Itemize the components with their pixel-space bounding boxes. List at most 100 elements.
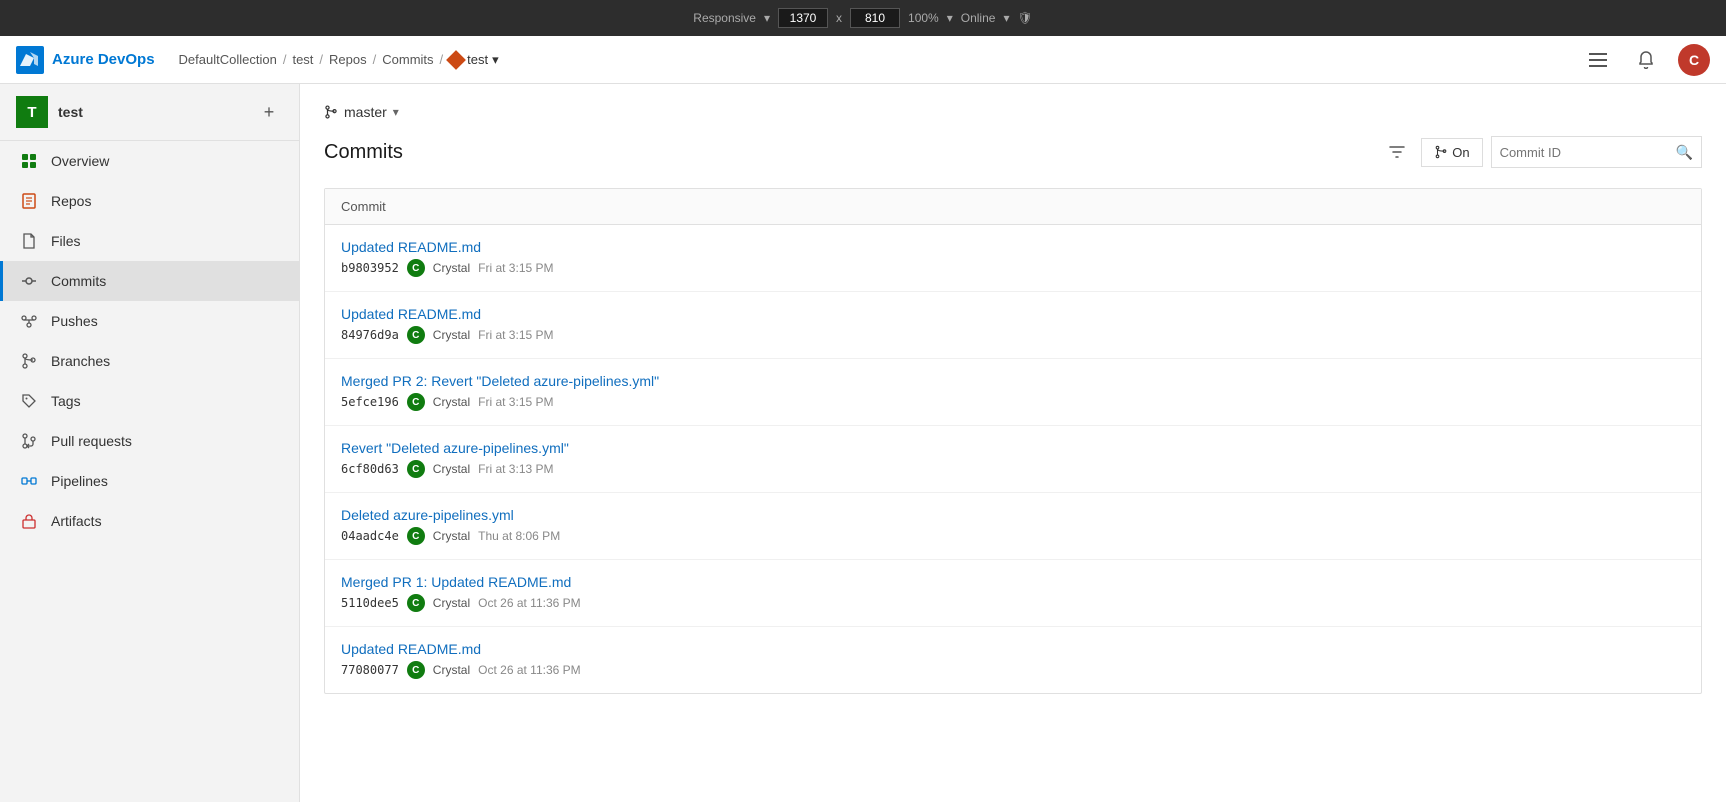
project-name: test <box>58 104 83 120</box>
commit-meta: 84976d9a C Crystal Fri at 3:15 PM <box>341 326 1685 344</box>
repo-diamond-icon <box>446 50 466 70</box>
commit-message: Revert "Deleted azure-pipelines.yml" <box>341 440 1685 456</box>
filter-icon <box>1389 144 1405 160</box>
graph-button[interactable]: On <box>1421 138 1482 167</box>
sidebar-item-pull-requests[interactable]: Pull requests <box>0 421 299 461</box>
sidebar-item-label-repos: Repos <box>51 193 91 209</box>
commit-message: Deleted azure-pipelines.yml <box>341 507 1685 523</box>
sep-3: / <box>373 52 377 67</box>
breadcrumb-commits[interactable]: Commits <box>382 52 433 67</box>
sidebar-item-artifacts[interactable]: Artifacts <box>0 501 299 541</box>
page-title: Commits <box>324 141 403 164</box>
commit-id-search[interactable]: 🔍 <box>1491 136 1702 168</box>
commit-author: Crystal <box>433 462 470 476</box>
sep-1: / <box>283 52 287 67</box>
author-avatar: C <box>407 460 425 478</box>
branch-chevron-icon: ▾ <box>393 105 399 119</box>
author-avatar: C <box>407 259 425 277</box>
sidebar-item-label-pull-requests: Pull requests <box>51 433 132 449</box>
commit-author: Crystal <box>433 663 470 677</box>
commit-message: Merged PR 2: Revert "Deleted azure-pipel… <box>341 373 1685 389</box>
sidebar-item-branches[interactable]: Branches <box>0 341 299 381</box>
breadcrumb-repos[interactable]: Repos <box>329 52 367 67</box>
bell-icon-btn[interactable] <box>1630 44 1662 76</box>
breadcrumb: DefaultCollection / test / Repos / Commi… <box>179 52 1582 68</box>
table-row[interactable]: Updated README.md 84976d9a C Crystal Fri… <box>325 292 1701 359</box>
responsive-label: Responsive <box>693 11 756 25</box>
commit-hash: 5110dee5 <box>341 596 399 610</box>
graph-icon <box>1434 145 1448 159</box>
search-icon: 🔍 <box>1676 144 1693 161</box>
project-header: T test + <box>0 84 299 141</box>
commit-meta: 77080077 C Crystal Oct 26 at 11:36 PM <box>341 661 1685 679</box>
table-row[interactable]: Merged PR 1: Updated README.md 5110dee5 … <box>325 560 1701 627</box>
top-nav: Azure DevOps DefaultCollection / test / … <box>0 36 1726 84</box>
commits-table-header: Commit <box>325 189 1701 225</box>
sidebar-item-pipelines[interactable]: Pipelines <box>0 461 299 501</box>
table-row[interactable]: Merged PR 2: Revert "Deleted azure-pipel… <box>325 359 1701 426</box>
commit-meta: 5efce196 C Crystal Fri at 3:15 PM <box>341 393 1685 411</box>
main-area: T test + Overview <box>0 84 1726 802</box>
commit-author: Crystal <box>433 261 470 275</box>
table-row[interactable]: Deleted azure-pipelines.yml 04aadc4e C C… <box>325 493 1701 560</box>
commit-author: Crystal <box>433 596 470 610</box>
table-row[interactable]: Updated README.md b9803952 C Crystal Fri… <box>325 225 1701 292</box>
commit-time: Fri at 3:15 PM <box>478 328 553 342</box>
table-row[interactable]: Updated README.md 77080077 C Crystal Oct… <box>325 627 1701 693</box>
project-name-area: T test <box>16 96 83 128</box>
sidebar-item-overview[interactable]: Overview <box>0 141 299 181</box>
azure-devops-logo-icon <box>16 46 44 74</box>
commit-id-input[interactable] <box>1500 145 1676 160</box>
width-input[interactable] <box>778 8 828 28</box>
pushes-icon <box>19 311 39 331</box>
author-avatar: C <box>407 326 425 344</box>
sidebar-nav: Overview Repos <box>0 141 299 541</box>
list-icon-btn[interactable] <box>1582 44 1614 76</box>
breadcrumb-defaultcollection[interactable]: DefaultCollection <box>179 52 277 67</box>
commit-hash: 77080077 <box>341 663 399 677</box>
commits-list: Updated README.md b9803952 C Crystal Fri… <box>325 225 1701 693</box>
sidebar-item-repos[interactable]: Repos <box>0 181 299 221</box>
commit-time: Fri at 3:15 PM <box>478 261 553 275</box>
commit-time: Thu at 8:06 PM <box>478 529 560 543</box>
branches-icon <box>19 351 39 371</box>
commit-time: Oct 26 at 11:36 PM <box>478 663 581 677</box>
commit-meta: 6cf80d63 C Crystal Fri at 3:13 PM <box>341 460 1685 478</box>
table-row[interactable]: Revert "Deleted azure-pipelines.yml" 6cf… <box>325 426 1701 493</box>
project-avatar: T <box>16 96 48 128</box>
author-avatar: C <box>407 527 425 545</box>
sep-4: / <box>440 52 444 67</box>
commit-author: Crystal <box>433 395 470 409</box>
commits-table: Commit Updated README.md b9803952 C Crys… <box>324 188 1702 694</box>
branch-selector-icon <box>324 105 338 119</box>
logo-area[interactable]: Azure DevOps <box>16 46 155 74</box>
sidebar-item-label-pushes: Pushes <box>51 313 98 329</box>
app-container: Azure DevOps DefaultCollection / test / … <box>0 36 1726 802</box>
zoom-dropdown-icon: ▾ <box>947 11 953 25</box>
commit-time: Fri at 3:13 PM <box>478 462 553 476</box>
commit-author: Crystal <box>433 529 470 543</box>
breadcrumb-repo-tag[interactable]: test ▾ <box>449 52 499 68</box>
height-input[interactable] <box>850 8 900 28</box>
author-avatar: C <box>407 594 425 612</box>
branch-selector[interactable]: master ▾ <box>324 104 1702 120</box>
sidebar-item-pushes[interactable]: Pushes <box>0 301 299 341</box>
sidebar-item-tags[interactable]: Tags <box>0 381 299 421</box>
add-project-btn[interactable]: + <box>255 98 283 126</box>
filter-button[interactable] <box>1381 136 1413 168</box>
commit-meta: b9803952 C Crystal Fri at 3:15 PM <box>341 259 1685 277</box>
breadcrumb-test[interactable]: test <box>292 52 313 67</box>
pull-requests-icon <box>19 431 39 451</box>
online-dropdown-icon: ▾ <box>1003 11 1009 25</box>
sidebar-item-files[interactable]: Files <box>0 221 299 261</box>
commits-icon <box>19 271 39 291</box>
x-separator: x <box>836 11 842 25</box>
sidebar-item-label-pipelines: Pipelines <box>51 473 108 489</box>
shield-icon: 🛡 <box>1017 11 1032 25</box>
artifacts-icon <box>19 511 39 531</box>
sidebar-item-commits[interactable]: Commits <box>0 261 299 301</box>
commit-time: Oct 26 at 11:36 PM <box>478 596 581 610</box>
user-avatar[interactable]: C <box>1678 44 1710 76</box>
files-icon <box>19 231 39 251</box>
title-actions: On 🔍 <box>1381 136 1702 168</box>
